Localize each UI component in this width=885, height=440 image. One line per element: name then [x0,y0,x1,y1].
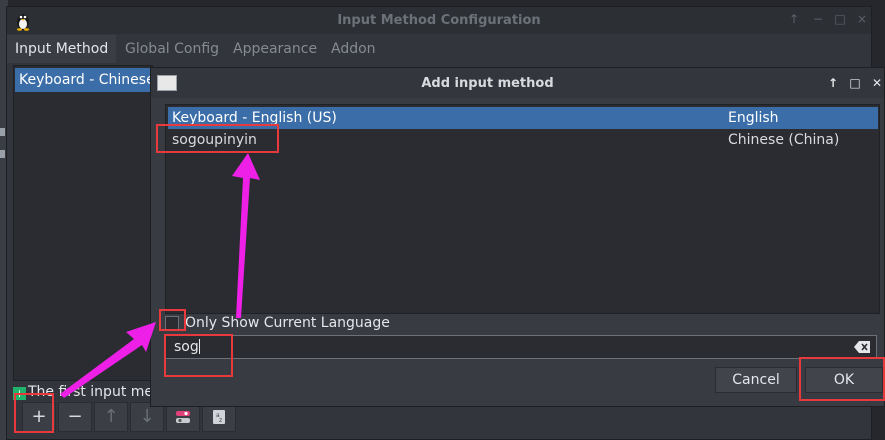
main-maximize-icon[interactable]: □ [833,12,847,26]
tab-appearance[interactable]: Appearance [225,35,325,63]
arrow-down-icon: ↓ [139,406,155,427]
main-window-title: Input Method Configuration [337,13,541,28]
main-titlebar[interactable]: Input Method Configuration ↑ − □ × [7,7,871,34]
main-pin-icon[interactable]: ↑ [787,12,801,26]
remove-input-method-button[interactable]: − [58,402,92,432]
dialog-titlebar[interactable]: Add input method ↑ □ ✕ [151,68,884,98]
desktop-icon-fragment [0,150,5,158]
dialog-maximize-icon[interactable]: □ [847,75,863,91]
annotation-box-sogoupinyin [156,124,279,153]
dialog-title: Add input method [421,76,554,91]
move-up-button[interactable]: ↑ [94,402,128,432]
input-method-list[interactable]: Keyboard - Chinese [13,65,155,381]
dialog-close-icon[interactable]: ✕ [869,75,885,91]
configure-icon [176,411,190,423]
clear-search-icon[interactable] [854,341,870,353]
config-tabbar: Input Method Global Config Appearance Ad… [7,35,871,63]
list-item[interactable]: Keyboard - Chinese [15,68,155,92]
annotation-box-checkbox [159,309,186,331]
input-method-language: Chinese (China) [728,132,840,148]
main-close-icon[interactable]: × [855,12,869,26]
cancel-button[interactable]: Cancel [715,367,797,393]
main-minimize-icon[interactable]: − [811,12,825,26]
svg-text:z: z [219,417,222,424]
keyboard-layout-icon: a z [213,410,225,424]
tab-global-config[interactable]: Global Config [117,35,227,63]
input-method-language: English [728,110,779,126]
only-show-current-language-label[interactable]: Only Show Current Language [185,314,390,332]
search-input[interactable]: sog [165,335,877,359]
arrow-up-icon: ↑ [103,406,119,427]
desktop-icon-fragment [0,128,5,136]
annotation-box-add [14,393,54,433]
annotation-box-ok [799,357,885,401]
dialog-pin-icon[interactable]: ↑ [825,75,841,91]
add-input-method-dialog: Add input method ↑ □ ✕ Keyboard - Englis… [150,67,885,407]
minus-icon: − [67,406,83,427]
tab-addon[interactable]: Addon [323,35,384,63]
annotation-box-search [164,334,233,377]
tab-input-method[interactable]: Input Method [7,35,117,63]
